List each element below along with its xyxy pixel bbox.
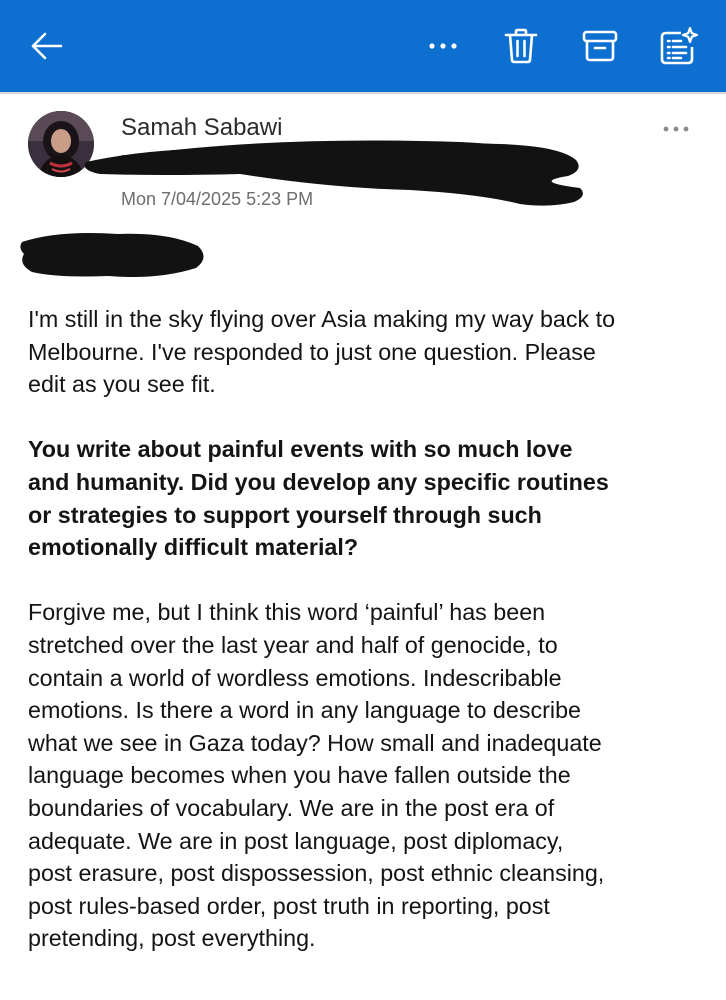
archive-button[interactable] <box>572 18 628 74</box>
body-line: I'm still in the sky flying over Asia ma… <box>28 306 616 332</box>
question-line: You write about painful events with so m… <box>28 436 573 463</box>
email-header: Samah Sabawi To: S Mon 7/04/2025 5:23 PM <box>0 94 726 224</box>
answer-line: stretched over the last year and half of… <box>28 631 558 658</box>
question-line: and humanity. Did you develop any specif… <box>28 468 609 495</box>
top-toolbar <box>0 0 726 92</box>
more-horizontal-icon <box>663 126 689 132</box>
answer-line: boundaries of vocabulary. We are in the … <box>28 794 555 821</box>
ai-summary-icon <box>660 27 699 65</box>
answer-line: Forgive me, but I think this word ‘painf… <box>28 599 546 626</box>
more-horizontal-icon <box>429 43 457 49</box>
answer-line: language becomes when you have fallen ou… <box>28 762 571 789</box>
answer-line: what we see in Gaza today? How small and… <box>28 729 602 756</box>
answer-line: emotions. Is there a word in any languag… <box>28 697 581 724</box>
trash-icon <box>504 28 538 64</box>
body-line: Melbourne. I've responded to just one qu… <box>28 338 596 365</box>
message-more-button[interactable] <box>654 116 698 142</box>
email-body: I'm still in the sky flying over Asia ma… <box>28 303 708 955</box>
more-options-button[interactable] <box>415 18 471 74</box>
answer-line: pretending, post everything. <box>28 925 316 952</box>
ai-summary-button[interactable] <box>651 18 707 74</box>
answer-line: adequate. We are in post language, post … <box>28 827 564 854</box>
body-line: edit as you see fit. <box>28 371 216 398</box>
greeting-redaction <box>20 233 204 277</box>
answer-line: post erasure, post dispossession, post e… <box>28 860 605 887</box>
question-line: emotionally difficult material? <box>28 534 359 561</box>
archive-icon <box>582 30 618 62</box>
back-button[interactable] <box>18 18 74 74</box>
question-line: or strategies to support yourself throug… <box>28 501 542 528</box>
arrow-left-icon <box>31 32 63 60</box>
sent-date: Mon 7/04/2025 5:23 PM <box>121 189 314 209</box>
answer-line: contain a world of wordless emotions. In… <box>28 664 562 691</box>
delete-button[interactable] <box>493 18 549 74</box>
answer-line: post rules-based order, post truth in re… <box>28 892 550 919</box>
